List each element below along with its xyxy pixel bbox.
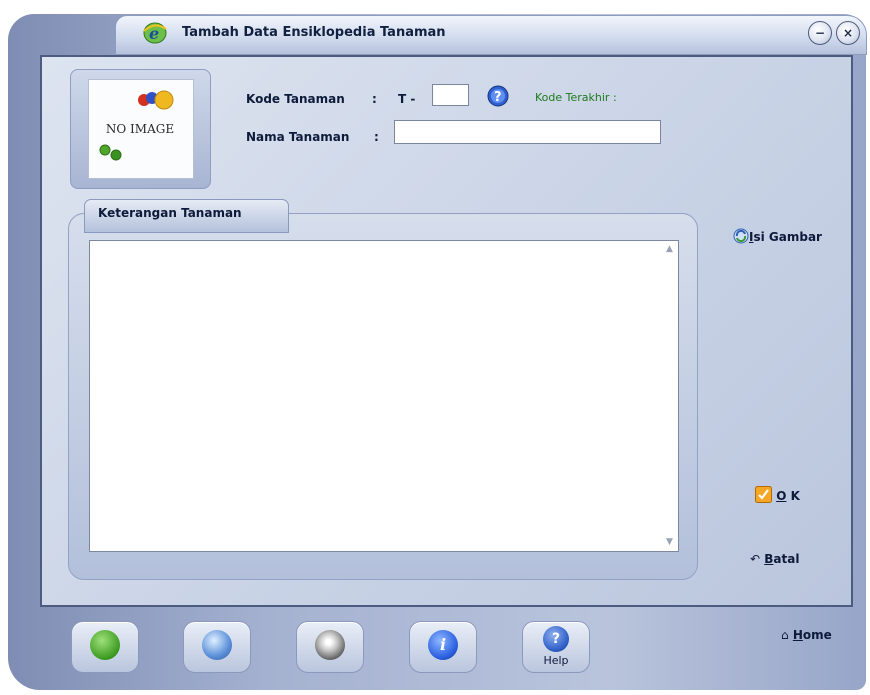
- scroll-up-arrow-icon[interactable]: ▲: [661, 241, 678, 258]
- description-textarea[interactable]: [89, 240, 679, 552]
- minimize-button[interactable]: −: [808, 21, 832, 45]
- molecule-icon: [134, 90, 184, 114]
- toolbar-button-disc[interactable]: [296, 621, 364, 673]
- nama-separator: :: [374, 130, 379, 144]
- toolbar-button-info[interactable]: i: [409, 621, 477, 673]
- toolbar-button-globe[interactable]: [183, 621, 251, 673]
- home-accel: H: [792, 628, 803, 642]
- disc-icon: [315, 630, 345, 660]
- isi-gambar-label: si Gambar: [753, 230, 822, 244]
- help-icon: ?: [543, 626, 569, 652]
- ok-button[interactable]: O K: [755, 486, 800, 506]
- ok-label: K: [786, 489, 800, 503]
- batal-label: atal: [773, 552, 800, 566]
- last-code-label: Kode Terakhir :: [535, 91, 617, 104]
- kode-input[interactable]: [432, 84, 469, 106]
- refresh-image-icon: [733, 228, 749, 247]
- globe-icon: [202, 630, 232, 660]
- help-label: Help: [543, 654, 569, 667]
- nama-input[interactable]: [394, 120, 661, 144]
- toolbar-button-recycle[interactable]: [71, 621, 139, 673]
- ie-logo-icon: e: [142, 21, 168, 45]
- batal-button[interactable]: ↶ Batal: [750, 552, 799, 566]
- no-image-text: NO IMAGE: [105, 122, 175, 136]
- kode-separator: :: [372, 92, 377, 106]
- scroll-down-arrow-icon[interactable]: ▼: [661, 534, 678, 551]
- home-icon: ⌂: [781, 628, 789, 642]
- nama-label: Nama Tanaman: [246, 130, 350, 144]
- description-tab-label: Keterangan Tanaman: [98, 206, 242, 220]
- svg-text:?: ?: [494, 90, 502, 105]
- undo-arrow-icon: ↶: [750, 552, 761, 566]
- checkmark-icon: [755, 486, 772, 506]
- isi-gambar-button[interactable]: Isi Gambar: [733, 228, 822, 247]
- window-title: Tambah Data Ensiklopedia Tanaman: [182, 25, 446, 40]
- question-icon[interactable]: ?: [487, 85, 509, 107]
- home-button[interactable]: ⌂ Home: [781, 628, 832, 642]
- home-label: ome: [802, 628, 832, 642]
- kode-label: Kode Tanaman: [246, 92, 345, 106]
- close-button[interactable]: ×: [836, 21, 860, 45]
- description-scrollbar[interactable]: [661, 241, 678, 551]
- info-icon: i: [428, 630, 458, 660]
- toolbar-button-help[interactable]: ? Help: [522, 621, 590, 673]
- ok-accel: O: [776, 489, 787, 503]
- kode-prefix: T -: [398, 92, 416, 106]
- recycle-icon: [90, 630, 120, 660]
- green-dots-icon: [98, 143, 128, 167]
